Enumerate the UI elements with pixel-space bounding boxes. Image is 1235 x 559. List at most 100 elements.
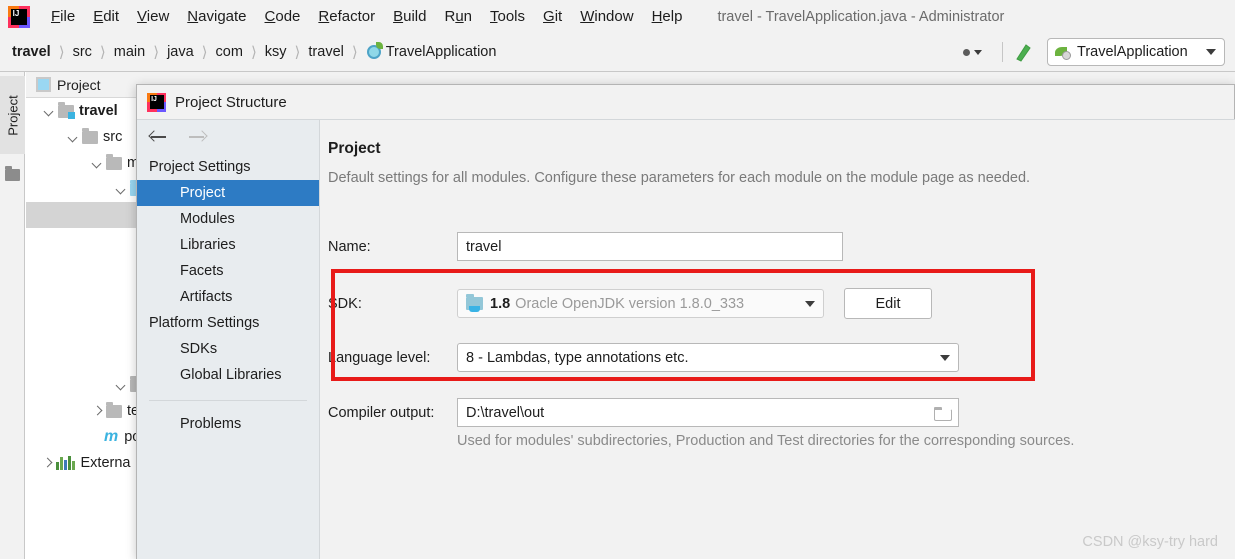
dialog-body: Project Settings Project Modules Librari… (137, 119, 1235, 559)
folder-icon[interactable] (5, 166, 20, 181)
jdk-folder-icon (466, 294, 483, 312)
intellij-idea-icon: IJ (8, 5, 30, 28)
menu-item-edit[interactable]: Edit (84, 6, 128, 27)
breadcrumb-item-3[interactable]: java (167, 44, 194, 60)
dialog-sidebar: Project Settings Project Modules Librari… (137, 119, 320, 559)
sidebar-item-artifacts[interactable]: Artifacts (137, 284, 319, 310)
page-title: Project (328, 140, 381, 157)
sidebar-group-platform-settings: Platform Settings (149, 315, 260, 331)
spring-boot-run-config-icon (1055, 44, 1071, 60)
sdk-combobox[interactable]: 1.8 Oracle OpenJDK version 1.8.0_333 (457, 289, 824, 318)
sidebar-item-global-libraries[interactable]: Global Libraries (137, 362, 319, 388)
sidebar-item-project[interactable]: Project (137, 180, 319, 206)
menu-item-refactor[interactable]: Refactor (309, 6, 384, 27)
tree-label: Externa (80, 455, 131, 471)
external-libraries-icon (56, 456, 75, 470)
breadcrumb-item-0[interactable]: travel (12, 44, 51, 60)
navigation-bar: travel ⟩ src ⟩ main ⟩ java ⟩ com ⟩ ksy ⟩… (0, 33, 1235, 72)
field-row-name: Name: travel (328, 232, 843, 261)
breadcrumb-item-file[interactable]: TravelApplication (386, 44, 497, 60)
user-avatar-icon[interactable] (963, 48, 982, 56)
menu-item-file[interactable]: File (42, 6, 84, 27)
run-configuration-label: TravelApplication (1077, 44, 1188, 60)
chevron-down-icon[interactable] (42, 104, 56, 118)
project-view-icon (36, 77, 51, 92)
chevron-right-icon[interactable] (40, 456, 54, 470)
menu-item-git[interactable]: Git (534, 6, 571, 27)
chevron-down-icon[interactable] (114, 182, 128, 196)
breadcrumb: travel ⟩ src ⟩ main ⟩ java ⟩ com ⟩ ksy ⟩… (12, 42, 497, 61)
breadcrumb-item-1[interactable]: src (73, 44, 92, 60)
sidebar-item-problems[interactable]: Problems (137, 411, 319, 437)
breadcrumb-separator: ⟩ (250, 44, 257, 61)
folder-browse-icon[interactable] (934, 406, 952, 421)
chevron-down-icon (805, 300, 815, 307)
name-input[interactable]: travel (457, 232, 843, 261)
sidebar-item-modules[interactable]: Modules (137, 206, 319, 232)
menu-item-run[interactable]: Run (435, 6, 481, 27)
field-row-language-level: Language level: 8 - Lambdas, type annota… (328, 343, 959, 372)
sidebar-item-project[interactable]: Project (0, 76, 25, 154)
maven-pom-icon: m (104, 428, 119, 445)
language-level-value: 8 - Lambdas, type annotations etc. (466, 349, 689, 366)
tree-label: travel (79, 103, 118, 119)
menu-item-build[interactable]: Build (384, 6, 435, 27)
folder-icon (106, 153, 122, 170)
breadcrumb-item-4[interactable]: com (216, 44, 243, 60)
run-configuration-selector[interactable]: TravelApplication (1047, 38, 1225, 66)
breadcrumb-item-5[interactable]: ksy (265, 44, 287, 60)
sdk-version: 1.8 (490, 295, 511, 312)
compiler-output-label: Compiler output: (328, 404, 435, 421)
chevron-down-icon (974, 49, 982, 55)
module-folder-icon (58, 101, 75, 119)
compiler-output-value: D:\travel\out (466, 404, 545, 421)
menu-item-tools[interactable]: Tools (481, 6, 534, 27)
intellij-idea-icon: IJ (147, 92, 166, 112)
page-description: Default settings for all modules. Config… (328, 170, 1031, 186)
breadcrumb-separator: ⟩ (153, 44, 160, 61)
compiler-output-input[interactable]: D:\travel\out (457, 398, 959, 427)
field-row-compiler-output: Compiler output: D:\travel\out (328, 398, 959, 427)
sidebar-item-sdks[interactable]: SDKs (137, 336, 319, 362)
breadcrumb-item-2[interactable]: main (114, 44, 145, 60)
chevron-down-icon[interactable] (90, 156, 104, 170)
name-label: Name: (328, 238, 371, 255)
folder-icon (82, 127, 98, 144)
dialog-content: Project Default settings for all modules… (320, 119, 1235, 559)
menu-item-navigate[interactable]: Navigate (178, 6, 255, 27)
dialog-nav-arrows (137, 120, 319, 154)
menu-item-code[interactable]: Code (256, 6, 310, 27)
breadcrumb-separator: ⟩ (58, 44, 65, 61)
arrow-left-icon[interactable] (148, 130, 169, 144)
project-pane-title: Project (57, 76, 101, 93)
navbar-right-controls: TravelApplication (963, 38, 1235, 66)
breadcrumb-separator: ⟩ (201, 44, 208, 61)
toolbar-divider (1002, 42, 1003, 62)
edit-sdk-button[interactable]: Edit (844, 288, 932, 319)
ide-window: IJ File Edit View Navigate Code Refactor… (0, 0, 1235, 559)
chevron-down-icon[interactable] (114, 378, 128, 392)
sidebar-item-facets[interactable]: Facets (137, 258, 319, 284)
breadcrumb-item-6[interactable]: travel (308, 44, 343, 60)
language-level-label: Language level: (328, 349, 431, 366)
breadcrumb-separator: ⟩ (99, 44, 106, 61)
sidebar-divider (149, 400, 307, 401)
language-level-combobox[interactable]: 8 - Lambdas, type annotations etc. (457, 343, 959, 372)
tool-window-label-project: Project (5, 95, 21, 136)
chevron-down-icon (1206, 49, 1216, 55)
chevron-down-icon[interactable] (66, 130, 80, 144)
menu-item-window[interactable]: Window (571, 6, 642, 27)
breadcrumb-separator: ⟩ (294, 44, 301, 61)
arrow-right-icon[interactable] (187, 130, 208, 144)
window-title: travel - TravelApplication.java - Admini… (717, 8, 1005, 25)
dialog-title-bar: IJ Project Structure (137, 85, 1234, 119)
compiler-output-hint: Used for modules' subdirectories, Produc… (457, 433, 1075, 449)
build-hammer-icon[interactable] (1013, 41, 1035, 63)
sidebar-item-libraries[interactable]: Libraries (137, 232, 319, 258)
menu-item-view[interactable]: View (128, 6, 178, 27)
project-structure-dialog: IJ Project Structure Project Settings Pr… (136, 84, 1235, 559)
chevron-down-icon (940, 354, 950, 361)
menu-item-help[interactable]: Help (643, 6, 692, 27)
chevron-right-icon[interactable] (90, 404, 104, 418)
sdk-label: SDK: (328, 295, 362, 312)
